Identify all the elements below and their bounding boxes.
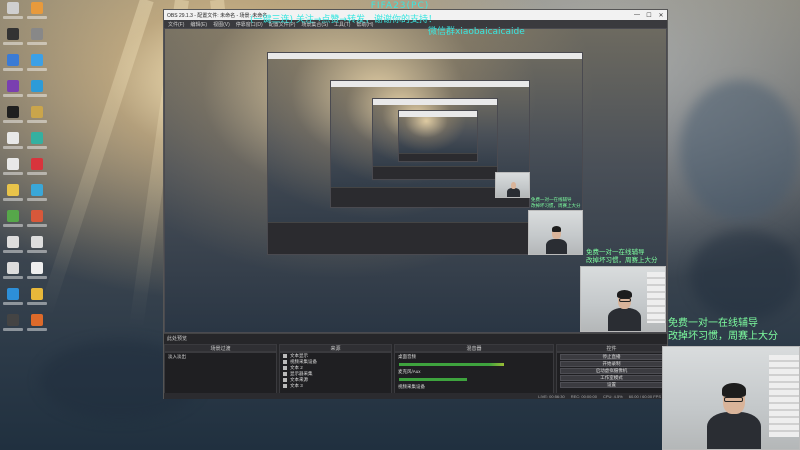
sources-panel[interactable]: 文本显示 视频采集设备 文本 2 显示器采集 文本来源 文本 3 [279,352,392,396]
sources-header: 来源 [279,344,392,352]
studio-mode-button[interactable]: 工作室模式 [560,375,663,381]
audio-mixer-panel[interactable]: 桌面音频 麦克风/Aux 视频采集设备 [394,352,554,396]
desktop-icon[interactable] [2,28,24,50]
obs-preview[interactable]: 免费一对一在线辅导 改掉坏习惯，周赛上大分 免费一对一在线辅导 改掉坏习惯，周赛… [164,28,667,333]
desktop-icon[interactable] [26,184,48,206]
nested-preview-frame [398,110,478,162]
audio-meter [399,363,549,366]
mixer-channel-label: 桌面音频 [398,354,416,359]
desktop-icon[interactable] [26,314,48,336]
promo-line-1: 免费一对一在线辅导 [668,318,758,329]
start-recording-button[interactable]: 开始录制 [560,361,663,367]
obs-docks: 此处预览 场景过渡 淡入淡出 来源 文本显示 视频采集设备 文本 2 显示器采集… [164,333,667,399]
transition-select[interactable]: 淡入淡出 [168,354,186,360]
promo-text: 免费一对一在线辅导 改掉坏习惯，周赛上大分 [668,318,778,343]
settings-button[interactable]: 设置 [560,382,663,388]
menu-edit[interactable]: 编辑(E) [190,21,207,28]
desktop-icon[interactable] [2,184,24,206]
cloud [680,80,800,220]
desktop-icon[interactable] [2,132,24,154]
desktop-icons [2,2,50,336]
stream-subtitle: (一键三连) 关注→点赞→转发，谢谢你的支持！ [250,15,437,25]
cpu-usage: CPU: 4.5% [602,393,623,399]
desktop-icon[interactable] [2,158,24,180]
promo-line-2: 改掉坏习惯，周赛上大分 [586,256,658,265]
webcam-feed-nested [495,172,530,198]
promo-line-1: 免费一对一在线辅导 [586,248,645,256]
menu-file[interactable]: 文件(F) [168,21,184,28]
maximize-icon[interactable]: ☐ [643,10,655,20]
stop-streaming-button[interactable]: 停止直播 [560,354,663,360]
dock-label: 此处预览 [167,336,188,342]
desktop-icon[interactable] [26,236,48,258]
text-icon [283,378,287,382]
status-bar: LIVE: 00:56:30 REC: 00:00:00 CPU: 4.5% 6… [164,393,667,399]
text-icon [283,384,287,388]
desktop-icon[interactable] [2,210,24,232]
mixer-channel-label: 视频采集设备 [398,384,425,389]
desktop-icon[interactable] [2,80,24,102]
virtual-camera-button[interactable]: 启动虚拟摄像机 [560,368,663,374]
source-item[interactable]: 文本 3 [280,383,391,389]
audio-meter [399,378,549,381]
menu-view[interactable]: 视图(V) [213,21,230,28]
desktop-icon[interactable] [26,28,48,50]
monitor-icon [283,372,287,376]
desktop-icon[interactable] [2,54,24,76]
mixer-channel-label: 麦克风/Aux [398,369,421,374]
controls-header: 控件 [556,344,667,352]
mixer-header: 混音器 [394,344,554,352]
text-icon [283,354,287,358]
webcam-main [662,346,800,450]
wechat-group: 微信群xiaobaicaicaide [428,27,525,37]
desktop-icon[interactable] [26,210,48,232]
text-icon [283,366,287,370]
fps-readout: 60.00 / 60.00 FPS [628,393,661,399]
desktop-icon[interactable] [26,132,48,154]
promo-line-2: 改掉坏习惯，周赛上大分 [668,330,778,342]
live-time: LIVE: 00:56:30 [538,393,565,399]
promo-nested: 免费一对一在线辅导 改掉坏习惯，周赛上大分 [586,248,658,264]
close-icon[interactable]: ✕ [655,10,667,20]
promo-nested: 免费一对一在线辅导 改掉坏习惯，周赛上大分 [531,198,581,209]
controls-panel: 停止直播 开始录制 启动虚拟摄像机 工作室模式 设置 [556,352,667,396]
promo-line-2: 改掉坏习惯，周赛上大分 [531,203,581,209]
desktop-icon[interactable] [2,262,24,284]
minimize-icon[interactable]: — [631,10,643,20]
rec-time: REC: 00:00:00 [570,393,597,399]
desktop-icon[interactable] [26,106,48,128]
desktop-icon[interactable] [2,314,24,336]
desktop-icon[interactable] [26,262,48,284]
cloud [690,230,800,320]
desktop-icon[interactable] [2,106,24,128]
desktop-icon[interactable] [26,80,48,102]
webcam-feed-nested [528,210,583,255]
desktop-icon[interactable] [26,288,48,310]
obs-window[interactable]: OBS 29.1.3 - 配置文件: 未命名 - 场景: 未命名 — ☐ ✕ 文… [163,9,668,399]
scene-transitions-panel[interactable]: 淡入淡出 [164,352,277,396]
desktop-icon[interactable] [2,288,24,310]
desktop-icon[interactable] [2,236,24,258]
stream-title: FIFA23(PC) [370,1,430,11]
desktop-icon[interactable] [26,54,48,76]
desktop-icon[interactable] [26,158,48,180]
scene-transitions-header: 场景过渡 [164,344,277,352]
webcam-feed [580,266,666,332]
camera-icon [283,360,287,364]
